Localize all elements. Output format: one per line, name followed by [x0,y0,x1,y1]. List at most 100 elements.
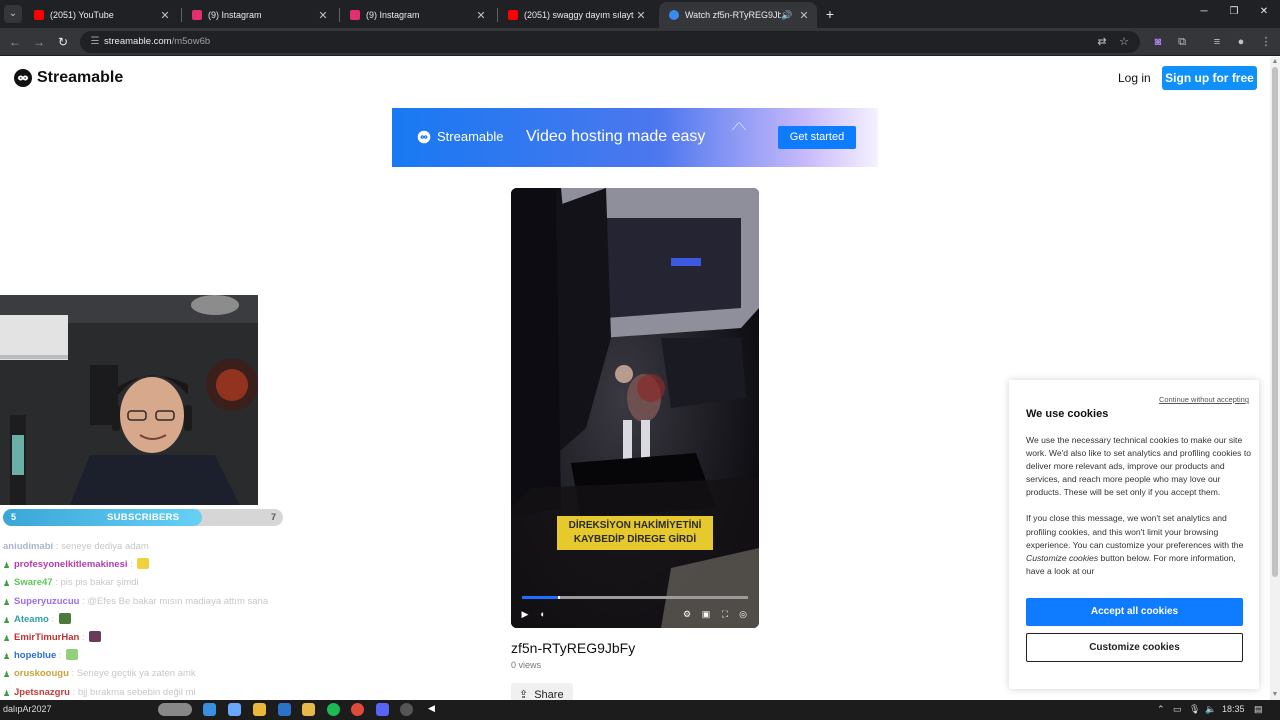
subscriber-count: 5 [11,512,17,522]
streamable-logo[interactable]: Streamable [13,68,123,88]
close-icon[interactable]: ✕ [797,9,811,22]
chat-username[interactable]: oruskoougu [14,668,69,679]
close-icon[interactable]: ✕ [158,9,172,22]
chat-message: ♟ profesyonelkitlemakinesi : [3,558,303,576]
cookie-paragraph: If you close this message, we won't set … [1026,512,1252,577]
tray-chevron-icon[interactable]: ⌃ [1157,704,1165,715]
chrome-icon[interactable] [351,703,364,716]
chat-emote-icon [89,630,102,642]
share-button[interactable]: ⇪ Share [511,683,573,700]
url-host: streamable.com [104,36,172,47]
get-started-button[interactable]: Get started [778,126,856,149]
mail-icon[interactable] [278,703,291,716]
chat-separator: : [127,559,136,571]
chat-username[interactable]: hopeblue [14,650,56,661]
address-bar[interactable]: ☰ streamable.com/m5ow6b ⇄ ☆ [80,31,1140,53]
scroll-up-icon[interactable]: ▲ [1271,58,1279,66]
bookmark-star-icon[interactable]: ☆ [1116,34,1132,50]
login-link[interactable]: Log in [1118,71,1151,85]
chat-message: aniudimabi : seneye dediya adam [3,540,303,558]
instagram-icon [350,10,360,20]
discord-icon[interactable] [376,703,389,716]
close-icon[interactable]: ✕ [634,9,648,22]
tab-youtube[interactable]: (2051) YouTube ✕ [24,2,178,28]
tab-instagram[interactable]: (9) Instagram ✕ [182,2,336,28]
page-scrollbar[interactable]: ▲ ▼ [1270,57,1280,700]
chat-username[interactable]: Sware47 [14,577,53,588]
chat-text: bjj bırakma sebebin değil mi [77,686,196,698]
chat-username[interactable]: Ateamo [14,614,49,625]
continue-without-accepting-link[interactable]: Continue without accepting [1159,395,1249,404]
notifications-icon[interactable]: ▤ [1254,704,1263,715]
chat-username[interactable]: aniudimabi [3,541,53,552]
chat-username[interactable]: EmirTimurHan [14,632,79,643]
close-icon[interactable]: ✕ [474,9,488,22]
tab-streamable[interactable]: Watch zf5n-RTyREG9JbFy | 🔊 ✕ [659,2,817,28]
speaker-icon[interactable]: 🔊 [781,10,793,21]
profile-icon[interactable]: ● [1233,34,1249,50]
site-info-icon[interactable]: ☰ [88,35,102,49]
volume-icon[interactable]: ◖ [536,608,548,620]
settings-gear-icon[interactable]: ⚙ [681,608,693,620]
chat-separator: : [79,631,88,643]
chat-username[interactable]: Jpetsnazgru [14,687,70,698]
spotify-icon[interactable] [327,703,340,716]
store-icon[interactable] [253,703,266,716]
banner-logo-text: Streamable [437,129,504,144]
microphone-icon[interactable]: 🎙 [1189,704,1200,715]
picture-in-picture-icon[interactable]: ▣ [700,608,712,620]
video-views: 0 views [511,660,542,670]
banner-tagline: Video hosting made easy [526,128,706,145]
chat-username[interactable]: profesyonelkitlemakinesi [14,559,128,570]
scrollbar-thumb[interactable] [1272,67,1278,577]
tab-title: (9) Instagram [208,10,262,20]
folder-icon[interactable] [302,703,315,716]
chat-badge-icon: ♟ [3,597,11,607]
chat-username[interactable]: Superyuzucuu [14,596,79,607]
taskbar-search[interactable] [158,703,192,716]
progress-bar[interactable] [522,596,748,599]
tab-search-button[interactable]: ⌄ [4,5,22,23]
video-player[interactable]: DİREKSİYON HAKİMİYETİNİ KAYBEDİP DİREGE … [511,188,759,628]
app-icon[interactable] [228,703,241,716]
forward-button[interactable]: → [31,34,47,50]
extension-icon[interactable]: ◙ [1150,34,1166,50]
maximize-button[interactable]: ❐ [1226,6,1242,17]
edge-icon[interactable] [203,703,216,716]
new-tab-button[interactable]: + [822,6,838,22]
network-icon[interactable]: ▭ [1173,704,1182,715]
taskbar-clock[interactable]: 18:35 [1222,704,1245,714]
signup-button[interactable]: Sign up for free [1162,66,1257,90]
promo-banner[interactable]: Streamable Video hosting made easy ⟋⟍ Ge… [392,108,878,167]
window-close-button[interactable]: ✕ [1256,6,1272,17]
minimize-button[interactable]: ─ [1196,6,1212,17]
tab-instagram-2[interactable]: (9) Instagram ✕ [340,2,494,28]
chat-text: Seneye geçtik ya zaten amk [76,668,196,680]
chat-badge-icon: ♟ [3,670,11,680]
instagram-icon [192,10,202,20]
media-control-icon[interactable]: ≡ [1209,34,1225,50]
accept-all-cookies-button[interactable]: Accept all cookies [1026,598,1243,626]
progress-buffered [558,596,561,599]
customize-cookies-button[interactable]: Customize cookies [1026,633,1243,662]
scroll-down-icon[interactable]: ▼ [1271,691,1279,699]
close-icon[interactable]: ✕ [316,9,330,22]
translate-icon[interactable]: ⇄ [1094,34,1110,50]
volume-app-icon[interactable]: ◀ [425,703,438,716]
obs-icon[interactable] [400,703,413,716]
reload-button[interactable]: ↻ [55,34,71,50]
chat-message: ♟ EmirTimurHan : [3,630,303,649]
chat-message: ♟ Ateamo : [3,612,303,631]
tab-title: Watch zf5n-RTyREG9JbFy | [685,10,782,20]
fullscreen-icon[interactable]: ⛶ [719,608,731,620]
chat-message: ♟ hopeblue : [3,649,303,667]
play-icon[interactable]: ▶ [519,608,531,620]
chat-emote-icon [58,612,71,624]
speaker-tray-icon[interactable]: 🔈 [1205,704,1216,715]
streamable-logo-icon[interactable]: ◎ [737,608,749,620]
browser-menu-icon[interactable]: ⋮ [1258,34,1274,50]
tab-title: (2051) swaggy dayım sılaytşow [524,10,634,20]
extensions-puzzle-icon[interactable]: ⧉ [1174,34,1190,50]
tab-youtube-2[interactable]: (2051) swaggy dayım sılaytşow ✕ [498,2,654,28]
back-button[interactable]: ← [7,34,23,50]
